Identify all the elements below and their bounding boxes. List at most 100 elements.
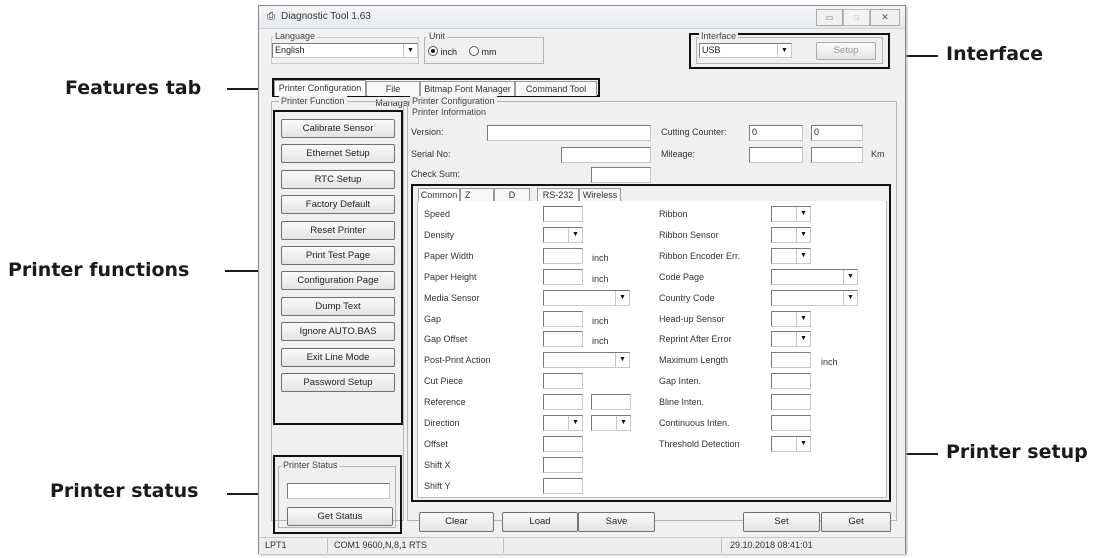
setup-density-select[interactable]: ▼	[543, 226, 583, 243]
radio-empty-icon	[469, 46, 479, 56]
setup-tab-common[interactable]: Common	[418, 188, 460, 202]
language-label: Language	[273, 31, 318, 41]
cutting-counter-field-2[interactable]: 0	[811, 125, 863, 141]
mileage-label: Mileage:	[661, 149, 696, 159]
setup-gap-offset-unit: inch	[592, 336, 609, 347]
printer-function-button[interactable]: Print Test Page	[281, 246, 395, 265]
unit-option-inch: inch	[440, 47, 458, 57]
close-button[interactable]: ✕	[870, 9, 900, 26]
cutting-counter-field-1[interactable]: 0	[749, 125, 803, 141]
status-com: COM1 9600,N,8,1 RTS	[334, 540, 427, 550]
setup-bline-inten-label: Bline Inten.	[659, 397, 705, 408]
tab-file-manager[interactable]: File Manager	[366, 81, 420, 108]
mileage-unit: Km	[871, 149, 885, 159]
setup-media-sensor-select[interactable]: ▼	[543, 289, 630, 306]
setup-reference-field-1[interactable]	[543, 394, 583, 411]
setup-code-page-label: Code Page	[659, 271, 705, 282]
setup-ribbon-label: Ribbon	[659, 209, 688, 219]
tab-bitmap-font-manager[interactable]: Bitmap Font Manager	[420, 81, 515, 96]
printer-function-button[interactable]: Calibrate Sensor	[281, 119, 395, 138]
setup-bline-inten-field[interactable]	[771, 394, 811, 411]
printer-function-button[interactable]: Reset Printer	[281, 220, 395, 240]
serial-label: Serial No:	[411, 149, 451, 159]
printer-function-button[interactable]: Exit Line Mode	[281, 347, 395, 367]
chevron-down-icon: ▼	[796, 227, 810, 242]
setup-shift-x-field[interactable]	[543, 456, 583, 473]
printer-function-button[interactable]: RTC Setup	[281, 169, 395, 189]
mileage-field-1[interactable]	[749, 147, 803, 163]
setup-ribbon-encoder-err-label: Ribbon Encoder Err.	[659, 250, 741, 261]
setup-gap-offset-label: Gap Offset	[424, 334, 468, 345]
printer-function-button[interactable]: Password Setup	[281, 373, 395, 392]
tab-command-tool[interactable]: Command Tool	[515, 81, 597, 96]
interface-setup-button[interactable]: Setup	[816, 42, 876, 60]
printer-information-label: Printer Information	[410, 107, 489, 117]
printer-status-field[interactable]	[287, 483, 390, 499]
setup-ribbon-sensor-select[interactable]: ▼	[771, 226, 811, 243]
setup-gap-inten-field[interactable]	[771, 373, 811, 390]
setup-post-print-action-select[interactable]: ▼	[543, 352, 630, 369]
printer-status-label: Printer Status	[281, 460, 340, 470]
setup-tab-z[interactable]: Z	[460, 188, 494, 201]
setup-continuous-inten-label: Continuous Inten.	[659, 418, 730, 428]
language-select[interactable]: English ▼	[272, 43, 418, 58]
maximize-button[interactable]: □	[843, 9, 870, 26]
chevron-down-icon: ▼	[568, 416, 582, 430]
setup-maximum-length-field[interactable]	[771, 352, 811, 369]
tab-printer-configuration[interactable]: Printer Configuration	[274, 80, 366, 96]
setup-tab-rs232[interactable]: RS-232	[537, 188, 579, 201]
printer-function-button[interactable]: Ignore AUTO.BAS	[281, 322, 395, 342]
load-button[interactable]: Load	[502, 512, 578, 532]
setup-shift-y-label: Shift Y	[424, 480, 451, 491]
setup-reference-field-2[interactable]	[591, 394, 631, 411]
setup-paper-width-field[interactable]	[543, 247, 583, 264]
setup-direction-select-1[interactable]: ▼	[543, 415, 583, 431]
printer-function-button[interactable]: Dump Text	[281, 296, 395, 316]
setup-direction-select-2[interactable]: ▼	[591, 415, 631, 431]
printer-function-button[interactable]: Configuration Page	[281, 271, 395, 291]
setup-gap-field[interactable]	[543, 310, 583, 327]
setup-reprint-after-error-select[interactable]: ▼	[771, 331, 811, 348]
setup-shift-x-label: Shift X	[424, 459, 451, 470]
interface-label: Interface	[699, 31, 739, 41]
printer-function-button[interactable]: Ethernet Setup	[281, 144, 395, 164]
setup-cut-piece-field[interactable]	[543, 373, 583, 390]
set-button[interactable]: Set	[743, 512, 820, 532]
setup-offset-field[interactable]	[543, 435, 583, 452]
unit-radio-mm[interactable]: mm	[469, 46, 497, 57]
chevron-down-icon: ▼	[616, 416, 630, 430]
setup-tab-wireless[interactable]: Wireless	[579, 188, 621, 201]
setup-shift-y-field[interactable]	[543, 477, 583, 494]
setup-paper-height-field[interactable]	[543, 268, 583, 285]
interface-select[interactable]: USB ▼	[699, 43, 792, 58]
save-button[interactable]: Save	[578, 512, 655, 532]
unit-radio-inch[interactable]: inch	[428, 46, 457, 57]
mileage-field-2[interactable]	[811, 147, 863, 163]
setup-tab-d[interactable]: D	[494, 188, 530, 201]
setup-head-up-sensor-select[interactable]: ▼	[771, 310, 811, 327]
setup-threshold-detection-select[interactable]: ▼	[771, 435, 811, 452]
status-datetime: 29.10.2018 08:41:01	[730, 540, 813, 550]
version-field[interactable]	[487, 125, 651, 141]
setup-direction-label: Direction	[424, 418, 460, 428]
chevron-down-icon: ▼	[615, 290, 629, 305]
checksum-field[interactable]	[591, 167, 651, 183]
unit-label: Unit	[427, 31, 448, 41]
get-status-button[interactable]: Get Status	[287, 507, 393, 526]
clear-button[interactable]: Clear	[419, 512, 494, 532]
setup-ribbon-select[interactable]: ▼	[771, 206, 811, 222]
setup-speed-field[interactable]	[543, 206, 583, 222]
serial-field[interactable]	[561, 147, 651, 163]
setup-continuous-inten-field[interactable]	[771, 415, 811, 431]
app-icon: ⎙	[267, 11, 275, 22]
setup-gap-offset-field[interactable]	[543, 331, 583, 348]
setup-code-page-select[interactable]: ▼	[771, 268, 858, 285]
printer-function-button[interactable]: Factory Default	[281, 195, 395, 215]
setup-country-code-select[interactable]: ▼	[771, 289, 858, 306]
get-button[interactable]: Get	[821, 512, 891, 532]
setup-ribbon-encoder-err-select[interactable]: ▼	[771, 247, 811, 264]
chevron-down-icon: ▼	[796, 436, 810, 451]
setup-gap-inten-label: Gap Inten.	[659, 376, 702, 387]
minimize-button[interactable]: ▭	[816, 9, 843, 26]
callout-printer-functions: Printer functions	[8, 259, 190, 281]
